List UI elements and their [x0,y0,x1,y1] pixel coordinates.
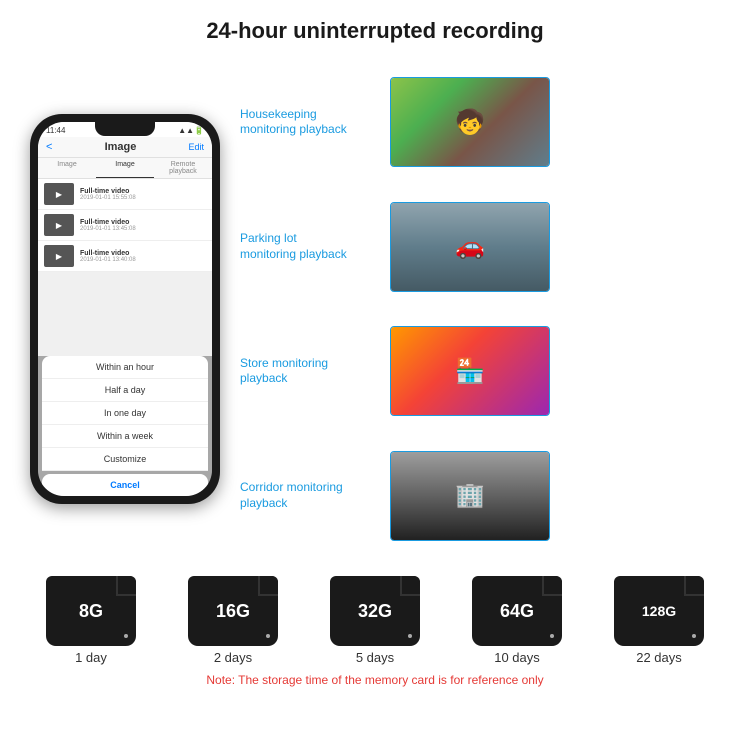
card-64g: 64G 10 days [472,576,562,665]
video-item-1[interactable]: Full-time video 2019-01-01 15:55:08 [38,179,212,210]
sd-dot-32g [408,634,412,638]
sd-card-8g: 8G [46,576,136,646]
app-tabs: Image Image Remote playback [38,158,212,179]
sd-card-32g: 32G [330,576,420,646]
app-header: < Image Edit [38,137,212,158]
phone-notch [95,122,155,136]
monitoring-label-housekeeping: Housekeepingmonitoring playback [240,107,380,138]
dropdown-overlay: Within an hour Half a day In one day Wit… [38,356,212,496]
back-button[interactable]: < [46,141,52,153]
storage-section: 8G 1 day 16G 2 days 32G 5 days 64G [0,564,750,695]
main-content: 11:44 ▲▲🔋 < Image Edit Image Image Remot… [0,54,750,564]
sd-dot-16g [266,634,270,638]
video-item-2[interactable]: Full-time video 2019-01-01 13:45:08 [38,210,212,241]
monitoring-image-corridor: 🏢 [390,451,550,541]
days-32g: 5 days [356,650,394,665]
page-title: 24-hour uninterrupted recording [0,0,750,54]
tab-remote[interactable]: Remote playback [154,158,212,178]
dropdown-menu: Within an hour Half a day In one day Wit… [42,356,208,471]
monitoring-image-housekeeping: 🧒 [390,77,550,167]
storage-cards-row: 8G 1 day 16G 2 days 32G 5 days 64G [20,576,730,665]
sd-card-128g: 128G [614,576,704,646]
video-thumb-2 [44,214,74,236]
housekeeping-photo: 🧒 [391,78,549,166]
days-8g: 1 day [75,650,107,665]
edit-button[interactable]: Edit [188,142,204,152]
video-thumb-3 [44,245,74,267]
days-64g: 10 days [494,650,540,665]
monitoring-item-housekeeping: Housekeepingmonitoring playback 🧒 [240,62,730,183]
sd-card-64g: 64G [472,576,562,646]
tab-image[interactable]: Image [38,158,96,178]
status-icons: ▲▲🔋 [178,126,204,135]
monitoring-label-store: Store monitoringplayback [240,356,380,387]
sd-dot-8g [124,634,128,638]
monitoring-item-parking: Parking lotmonitoring playback 🚗 [240,187,730,308]
video-list: Full-time video 2019-01-01 15:55:08 Full… [38,179,212,272]
monitoring-section: Housekeepingmonitoring playback 🧒 Parkin… [240,54,730,564]
storage-note: Note: The storage time of the memory car… [20,673,730,687]
dropdown-cancel[interactable]: Cancel [42,474,208,496]
sd-card-16g: 16G [188,576,278,646]
parking-photo: 🚗 [391,203,549,291]
phone-screen: 11:44 ▲▲🔋 < Image Edit Image Image Remot… [38,122,212,496]
card-128g: 128G 22 days [614,576,704,665]
sd-label-16g: 16G [216,601,250,622]
card-16g: 16G 2 days [188,576,278,665]
dropdown-item-5[interactable]: Customize [42,448,208,471]
video-info-1: Full-time video 2019-01-01 15:55:08 [80,188,206,201]
video-title-1: Full-time video [80,188,206,195]
days-16g: 2 days [214,650,252,665]
days-128g: 22 days [636,650,682,665]
phone-outer: 11:44 ▲▲🔋 < Image Edit Image Image Remot… [30,114,220,504]
dropdown-item-2[interactable]: Half a day [42,379,208,402]
video-info-2: Full-time video 2019-01-01 13:45:08 [80,219,206,232]
video-item-3[interactable]: Full-time video 2019-01-01 13:40:08 [38,241,212,272]
video-title-3: Full-time video [80,250,206,257]
dropdown-item-3[interactable]: In one day [42,402,208,425]
corridor-photo: 🏢 [391,452,549,540]
video-date-3: 2019-01-01 13:40:08 [80,257,206,263]
monitoring-item-corridor: Corridor monitoringplayback 🏢 [240,436,730,557]
video-thumb-1 [44,183,74,205]
sd-label-128g: 128G [642,603,676,619]
dropdown-item-4[interactable]: Within a week [42,425,208,448]
dropdown-item-1[interactable]: Within an hour [42,356,208,379]
monitoring-label-parking: Parking lotmonitoring playback [240,231,380,262]
sd-label-8g: 8G [79,601,103,622]
store-photo: 🏪 [391,327,549,415]
sd-label-32g: 32G [358,601,392,622]
monitoring-item-store: Store monitoringplayback 🏪 [240,311,730,432]
video-date-1: 2019-01-01 15:55:08 [80,195,206,201]
video-date-2: 2019-01-01 13:45:08 [80,226,206,232]
video-title-2: Full-time video [80,219,206,226]
monitoring-image-parking: 🚗 [390,202,550,292]
status-time: 11:44 [46,126,65,135]
sd-dot-64g [550,634,554,638]
card-32g: 32G 5 days [330,576,420,665]
sd-label-64g: 64G [500,601,534,622]
card-8g: 8G 1 day [46,576,136,665]
phone-mockup: 11:44 ▲▲🔋 < Image Edit Image Image Remot… [20,54,230,564]
app-title: Image [105,141,137,153]
video-info-3: Full-time video 2019-01-01 13:40:08 [80,250,206,263]
sd-dot-128g [692,634,696,638]
monitoring-label-corridor: Corridor monitoringplayback [240,480,380,511]
tab-image2[interactable]: Image [96,158,154,178]
monitoring-image-store: 🏪 [390,326,550,416]
